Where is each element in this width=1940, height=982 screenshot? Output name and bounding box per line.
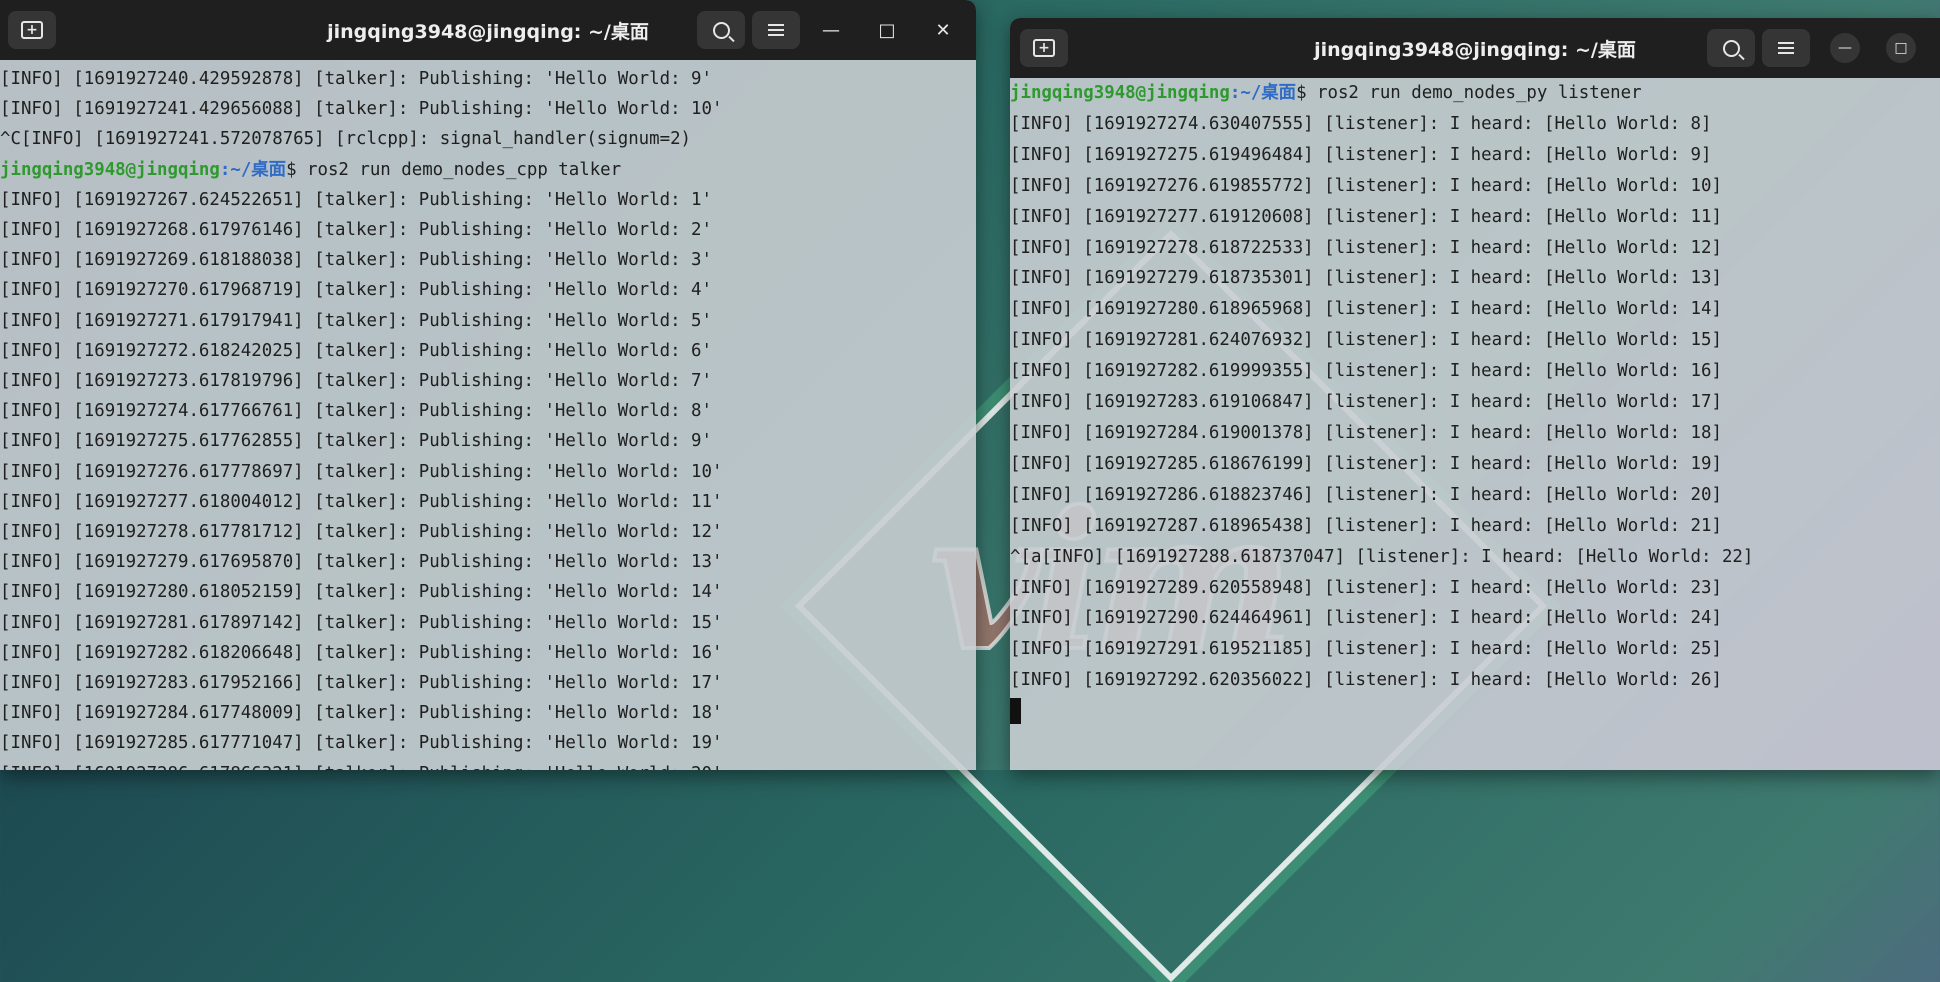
minimize-icon: — [822, 19, 840, 41]
maximize-icon: □ [1894, 40, 1908, 56]
terminal-line: [INFO] [1691927284.617748009] [talker]: … [0, 703, 723, 724]
terminal-line: [INFO] [1691927283.619106847] [listener]… [1010, 392, 1722, 413]
terminal-line: [INFO] [1691927279.617695870] [talker]: … [0, 552, 723, 573]
search-icon [712, 21, 730, 39]
terminal-line: [INFO] [1691927282.618206648] [talker]: … [0, 642, 723, 663]
terminal-line: [INFO] [1691927278.617781712] [talker]: … [0, 522, 723, 543]
minimize-button[interactable]: — [1830, 33, 1860, 63]
terminal-line: jingqing3948@jingqing:~/桌面$ ros2 run dem… [1010, 78, 1940, 109]
text-cursor[interactable] [1010, 698, 1021, 725]
terminal-line: [INFO] [1691927276.619855772] [listener]… [1010, 175, 1722, 196]
terminal-output[interactable]: jingqing3948@jingqing:~/桌面$ ros2 run dem… [1010, 78, 1940, 727]
terminal-line: [INFO] [1691927281.617897142] [talker]: … [0, 612, 723, 633]
menu-button[interactable] [752, 11, 800, 49]
terminal-line: [INFO] [1691927282.619999355] [listener]… [1010, 361, 1722, 382]
search-button[interactable] [1707, 29, 1755, 67]
terminal-window-right[interactable]: + jingqing3948@jingqing: ~/桌面 — □ jingqi… [1010, 18, 1940, 770]
terminal-line: [INFO] [1691927268.617976146] [talker]: … [0, 220, 712, 241]
minimize-icon: — [1838, 40, 1852, 56]
maximize-button[interactable]: □ [872, 15, 902, 45]
terminal-line: [INFO] [1691927292.620356022] [listener]… [1010, 670, 1722, 691]
terminal-line: [INFO] [1691927274.617766761] [talker]: … [0, 401, 712, 422]
terminal-line: [INFO] [1691927289.620558948] [listener]… [1010, 577, 1722, 598]
terminal-line [1010, 696, 1940, 727]
terminal-line: [INFO] [1691927273.617819796] [talker]: … [0, 371, 712, 392]
terminal-line: [INFO] [1691927287.618965438] [listener]… [1010, 515, 1722, 536]
terminal-line: [INFO] [1691927284.619001378] [listener]… [1010, 422, 1722, 443]
maximize-icon: □ [878, 19, 896, 41]
terminal-line: [INFO] [1691927277.618004012] [talker]: … [0, 491, 723, 512]
terminal-line: [INFO] [1691927272.618242025] [talker]: … [0, 340, 712, 361]
terminal-line: ^[a[INFO] [1691927288.618737047] [listen… [1010, 546, 1754, 567]
terminal-line: [INFO] [1691927281.624076932] [listener]… [1010, 330, 1722, 351]
terminal-line: [INFO] [1691927274.630407555] [listener]… [1010, 113, 1712, 134]
minimize-button[interactable]: — [816, 15, 846, 45]
prompt-user: jingqing3948@jingqing [1010, 83, 1230, 103]
prompt-command: $ ros2 run demo_nodes_cpp talker [286, 159, 622, 180]
terminal-line: [INFO] [1691927275.617762855] [talker]: … [0, 431, 712, 452]
terminal-line: [INFO] [1691927276.617778697] [talker]: … [0, 461, 723, 482]
terminal-line: [INFO] [1691927286.617866321] [talker]: … [0, 759, 976, 770]
terminal-line: jingqing3948@jingqing:~/桌面$ ros2 run dem… [0, 155, 976, 185]
new-tab-icon: + [1033, 39, 1055, 57]
maximize-button[interactable]: □ [1886, 33, 1916, 63]
terminal-window-left[interactable]: + jingqing3948@jingqing: ~/桌面 — □ ✕ [INF… [0, 0, 976, 770]
terminal-line: [INFO] [1691927269.618188038] [talker]: … [0, 250, 712, 271]
terminal-line: [INFO] [1691927285.618676199] [listener]… [1010, 453, 1722, 474]
terminal-line: [INFO] [1691927271.617917941] [talker]: … [0, 310, 712, 331]
titlebar[interactable]: + jingqing3948@jingqing: ~/桌面 — □ ✕ [0, 0, 976, 60]
search-button[interactable] [697, 11, 745, 49]
new-tab-button[interactable]: + [1020, 29, 1068, 67]
terminal-line: [INFO] [1691927286.618823746] [listener]… [1010, 484, 1722, 505]
prompt-command: $ ros2 run demo_nodes_py listener [1296, 83, 1642, 103]
prompt-user: jingqing3948@jingqing [0, 159, 220, 180]
terminal-line: [INFO] [1691927280.618052159] [talker]: … [0, 582, 723, 603]
terminal-line: ^C[INFO] [1691927241.572078765] [rclcpp]… [0, 129, 692, 150]
menu-button[interactable] [1762, 29, 1810, 67]
menu-icon [768, 24, 784, 36]
terminal-line: [INFO] [1691927270.617968719] [talker]: … [0, 280, 712, 301]
menu-icon [1778, 42, 1794, 54]
terminal-line: [INFO] [1691927291.619521185] [listener]… [1010, 639, 1722, 660]
terminal-line: [INFO] [1691927279.618735301] [listener]… [1010, 268, 1722, 289]
terminal-line: [INFO] [1691927285.617771047] [talker]: … [0, 733, 723, 754]
terminal-line: [INFO] [1691927275.619496484] [listener]… [1010, 144, 1712, 165]
new-tab-button[interactable]: + [8, 11, 56, 49]
titlebar[interactable]: + jingqing3948@jingqing: ~/桌面 — □ [1010, 18, 1940, 78]
terminal-line: [INFO] [1691927278.618722533] [listener]… [1010, 237, 1722, 258]
prompt-path: :~/桌面 [1229, 83, 1297, 103]
close-button[interactable]: ✕ [928, 15, 958, 45]
terminal-line: [INFO] [1691927290.624464961] [listener]… [1010, 608, 1722, 629]
terminal-line: [INFO] [1691927283.617952166] [talker]: … [0, 673, 723, 694]
terminal-line: [INFO] [1691927280.618965968] [listener]… [1010, 299, 1722, 320]
terminal-output[interactable]: [INFO] [1691927240.429592878] [talker]: … [0, 60, 976, 770]
prompt-path: :~/桌面 [219, 159, 287, 180]
search-icon [1722, 39, 1740, 57]
terminal-line: [INFO] [1691927277.619120608] [listener]… [1010, 206, 1722, 227]
terminal-line: [INFO] [1691927240.429592878] [talker]: … [0, 69, 712, 89]
new-tab-icon: + [21, 21, 43, 39]
terminal-line: [INFO] [1691927241.429656088] [talker]: … [0, 99, 723, 120]
terminal-line: [INFO] [1691927267.624522651] [talker]: … [0, 189, 712, 210]
close-icon: ✕ [935, 19, 951, 41]
